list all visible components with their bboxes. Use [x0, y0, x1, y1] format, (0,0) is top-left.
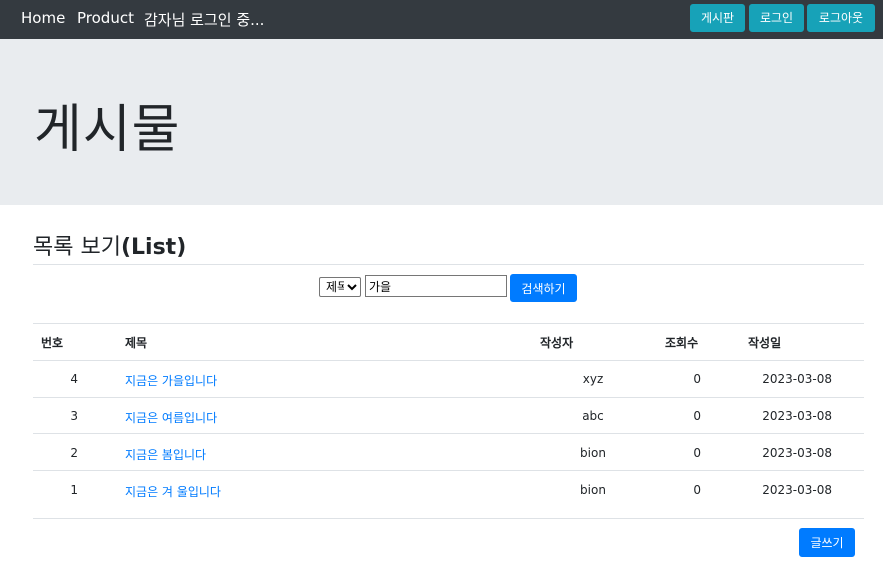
- row-number: 4: [70, 372, 78, 386]
- header-title: 제목: [125, 336, 148, 350]
- section-title-text: 목록 보기: [33, 235, 121, 260]
- jumbotron-header: 게시물: [0, 39, 883, 205]
- write-post-button[interactable]: 글쓰기: [799, 528, 855, 557]
- row-date: 2023-03-08: [762, 446, 832, 460]
- section-title: 목록 보기(List): [33, 229, 186, 261]
- row-views: 0: [693, 409, 701, 423]
- header-views: 조회수: [665, 336, 699, 350]
- row-number: 1: [70, 483, 78, 497]
- logout-button[interactable]: 로그아웃: [807, 4, 875, 32]
- header-number: 번호: [41, 336, 64, 350]
- row-author: abc: [582, 409, 604, 423]
- table-bottom-border: [33, 518, 864, 519]
- nav-home-link[interactable]: Home: [21, 9, 65, 27]
- row-views: 0: [693, 483, 701, 497]
- row-title-link[interactable]: 지금은 여름입니다: [125, 409, 217, 426]
- table-header-border: [33, 360, 864, 361]
- row-title-link[interactable]: 지금은 봄입니다: [125, 446, 206, 463]
- row-divider: [33, 470, 864, 471]
- top-navbar: Home Product 감자님 로그인 중... 게시판 로그인 로그아웃: [0, 0, 883, 39]
- header-author: 작성자: [540, 336, 574, 350]
- section-title-suffix: (List): [120, 235, 187, 260]
- search-button[interactable]: 검색하기: [510, 274, 577, 302]
- search-field-select[interactable]: 제목: [319, 277, 361, 297]
- login-button[interactable]: 로그인: [749, 4, 804, 32]
- table-top-border: [33, 323, 864, 324]
- row-title-link[interactable]: 지금은 가을입니다: [125, 372, 217, 389]
- row-date: 2023-03-08: [762, 409, 832, 423]
- row-number: 2: [70, 446, 78, 460]
- row-title-link[interactable]: 지금은 겨 울입니다: [125, 483, 221, 500]
- row-author: bion: [580, 446, 606, 460]
- row-divider: [33, 433, 864, 434]
- search-input[interactable]: [365, 275, 507, 297]
- row-number: 3: [70, 409, 78, 423]
- header-date: 작성일: [748, 336, 782, 350]
- row-date: 2023-03-08: [762, 372, 832, 386]
- section-divider: [33, 264, 864, 265]
- row-author: bion: [580, 483, 606, 497]
- row-date: 2023-03-08: [762, 483, 832, 497]
- row-views: 0: [693, 372, 701, 386]
- board-button[interactable]: 게시판: [690, 4, 745, 32]
- login-status-text: 감자님 로그인 중...: [144, 11, 265, 29]
- row-divider: [33, 397, 864, 398]
- page-title: 게시물: [34, 100, 181, 160]
- row-views: 0: [693, 446, 701, 460]
- row-author: xyz: [582, 372, 604, 386]
- nav-product-link[interactable]: Product: [77, 9, 134, 27]
